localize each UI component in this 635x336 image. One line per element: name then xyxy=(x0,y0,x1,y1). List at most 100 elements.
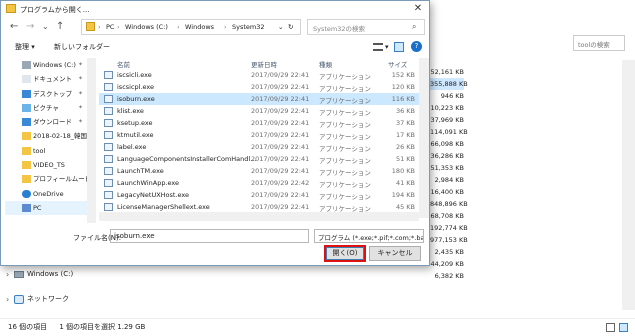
forward-arrow-icon[interactable]: → xyxy=(26,22,34,32)
breadcrumb-system32[interactable]: System32 xyxy=(232,23,265,31)
large-icons-view-icon[interactable] xyxy=(619,323,628,332)
nav-item-label: tool xyxy=(33,146,46,155)
file-name: label.exe xyxy=(117,143,147,151)
nav-item[interactable]: ダウンロード ✦ xyxy=(5,115,87,129)
file-type: アプリケーション xyxy=(319,157,371,165)
file-row[interactable]: LanguageComponentsInstallerComHandl... 20… xyxy=(99,153,419,165)
explorer-size-cell: 51,353 KB xyxy=(430,164,464,172)
nav-item[interactable]: Windows (C:) ✦ xyxy=(5,58,87,72)
folder-icon xyxy=(22,132,31,141)
folder-icon xyxy=(22,146,31,155)
nav-scrollbar[interactable] xyxy=(87,58,96,223)
help-icon[interactable]: ? xyxy=(411,41,422,52)
nav-item-label: VIDEO_TS xyxy=(33,161,65,170)
details-view-icon[interactable] xyxy=(606,323,615,332)
file-list-header: 名前 更新日時 種類 サイズ xyxy=(99,58,419,69)
file-name: LicenseManagerShellext.exe xyxy=(117,203,210,211)
explorer-size-cell: 977,153 KB xyxy=(430,236,468,244)
nav-item[interactable]: デスクトップ ✦ xyxy=(5,87,87,101)
filetype-select[interactable]: プログラム (*.exe;*.pif;*.com;*.bat; xyxy=(314,229,424,243)
new-folder-button[interactable]: 新しいフォルダー xyxy=(54,42,110,52)
file-name: LaunchWinApp.exe xyxy=(117,179,180,187)
dialog-toolbar: 整理 ▾ 新しいフォルダー ▾ ? xyxy=(1,38,429,56)
file-row[interactable]: isoburn.exe 2017/09/29 22:41 アプリケーション 116 K… xyxy=(99,93,419,105)
nav-item[interactable]: VIDEO_TS xyxy=(5,158,87,172)
file-type: アプリケーション xyxy=(319,133,371,141)
breadcrumb-separator: › xyxy=(177,23,180,31)
chevron-down-icon[interactable]: ⌄ xyxy=(278,23,283,31)
view-options-icon[interactable] xyxy=(373,43,383,51)
folder-icon xyxy=(22,175,31,184)
open-button[interactable]: 開く(O) xyxy=(324,245,366,262)
application-icon xyxy=(104,167,113,175)
pin-icon: ✦ xyxy=(77,75,83,83)
nav-item[interactable]: ドキュメント ✦ xyxy=(5,72,87,86)
application-icon xyxy=(104,107,113,115)
breadcrumb-separator: › xyxy=(224,23,227,31)
nav-item[interactable]: PC xyxy=(5,200,87,216)
file-row[interactable]: LaunchTM.exe 2017/09/29 22:41 アプリケーション 180 … xyxy=(99,165,419,177)
nav-item[interactable]: ピクチャ ✦ xyxy=(5,101,87,115)
dialog-search-input[interactable]: System32の検索 ⌕ xyxy=(307,19,425,35)
nav-item[interactable]: プロフィールムービー xyxy=(5,172,87,186)
application-icon xyxy=(104,119,113,127)
column-header-size[interactable]: サイズ xyxy=(388,59,407,69)
file-row[interactable]: iscsicli.exe 2017/09/29 22:41 アプリケーション 152 … xyxy=(99,69,419,81)
refresh-icon[interactable]: ↻ xyxy=(288,23,293,31)
file-date: 2017/09/29 22:41 xyxy=(251,155,310,163)
application-icon xyxy=(104,203,113,211)
nav-item[interactable]: tool xyxy=(5,144,87,158)
chevron-right-icon[interactable]: › xyxy=(6,296,9,304)
chevron-down-icon[interactable]: ▾ xyxy=(385,43,389,51)
explorer-nav-item-network[interactable]: › ネットワーク xyxy=(0,287,200,312)
explorer-search-input[interactable]: toolの検索 xyxy=(573,35,625,51)
column-header-type[interactable]: 種類 xyxy=(319,59,332,69)
breadcrumb-windows[interactable]: Windows xyxy=(185,23,214,31)
address-bar[interactable]: › PC › Windows (C:) › Windows › System32… xyxy=(81,19,301,35)
nav-item[interactable]: OneDrive xyxy=(5,187,87,201)
breadcrumb-separator: › xyxy=(117,23,120,31)
file-row[interactable]: ksetup.exe 2017/09/29 22:41 アプリケーション 37 KB xyxy=(99,117,419,129)
filename-input[interactable]: isoburn.exe xyxy=(110,229,309,243)
file-date: 2017/09/29 22:41 xyxy=(251,143,310,151)
chevron-down-icon[interactable]: ⌄ xyxy=(42,23,49,31)
file-name: klist.exe xyxy=(117,107,144,115)
file-list-vertical-scrollbar[interactable] xyxy=(419,58,429,218)
file-size: 116 KB xyxy=(391,95,415,103)
file-row[interactable]: label.exe 2017/09/29 22:41 アプリケーション 26 KB xyxy=(99,141,419,153)
file-type: アプリケーション xyxy=(319,169,371,177)
column-header-name[interactable]: 名前 xyxy=(117,59,130,69)
file-row[interactable]: klist.exe 2017/09/29 22:41 アプリケーション 36 KB xyxy=(99,105,419,117)
nav-item-label: Windows (C:) xyxy=(33,61,76,69)
breadcrumb-windows-c[interactable]: Windows (C:) xyxy=(125,23,168,31)
column-header-date[interactable]: 更新日時 xyxy=(251,59,277,69)
explorer-size-cell: 355,888 KB xyxy=(430,78,468,90)
explorer-size-cell: 10,223 KB xyxy=(430,104,464,112)
file-row[interactable]: iscsicpl.exe 2017/09/29 22:41 アプリケーション 120 … xyxy=(99,81,419,93)
pin-icon: ✦ xyxy=(77,103,83,111)
file-row[interactable]: ktmutil.exe 2017/09/29 22:41 アプリケーション 17 KB xyxy=(99,129,419,141)
nav-item[interactable]: 2018-02-18_韓国 xyxy=(5,129,87,143)
application-icon xyxy=(104,155,113,163)
file-size: 45 KB xyxy=(395,203,415,211)
file-date: 2017/09/29 22:41 xyxy=(251,191,310,199)
preview-pane-icon[interactable] xyxy=(394,42,404,52)
explorer-vertical-scrollbar[interactable] xyxy=(622,60,635,310)
explorer-size-cell: 36,286 KB xyxy=(430,152,464,160)
chevron-right-icon[interactable]: › xyxy=(6,271,9,279)
dialog-titlebar[interactable]: プログラムから開く... ✕ xyxy=(1,1,429,17)
explorer-nav-label: Windows (C:) xyxy=(27,270,74,278)
explorer-size-cell: 16,400 KB xyxy=(430,188,464,196)
cancel-button[interactable]: キャンセル xyxy=(369,246,421,261)
file-row[interactable]: LegacyNetUXHost.exe 2017/09/29 22:41 アプリケー… xyxy=(99,189,419,201)
file-size: 37 KB xyxy=(395,119,415,127)
drive-icon xyxy=(22,61,31,69)
file-list-horizontal-scrollbar[interactable] xyxy=(99,212,419,221)
breadcrumb-pc[interactable]: PC xyxy=(106,23,114,31)
file-row[interactable]: LaunchWinApp.exe 2017/09/29 22:42 アプリケーション… xyxy=(99,177,419,189)
documents-icon xyxy=(22,75,31,84)
up-arrow-icon[interactable]: ↑ xyxy=(56,22,64,32)
close-icon[interactable]: ✕ xyxy=(409,2,427,16)
organize-button[interactable]: 整理 ▾ xyxy=(15,42,35,52)
back-arrow-icon[interactable]: ← xyxy=(10,22,18,32)
